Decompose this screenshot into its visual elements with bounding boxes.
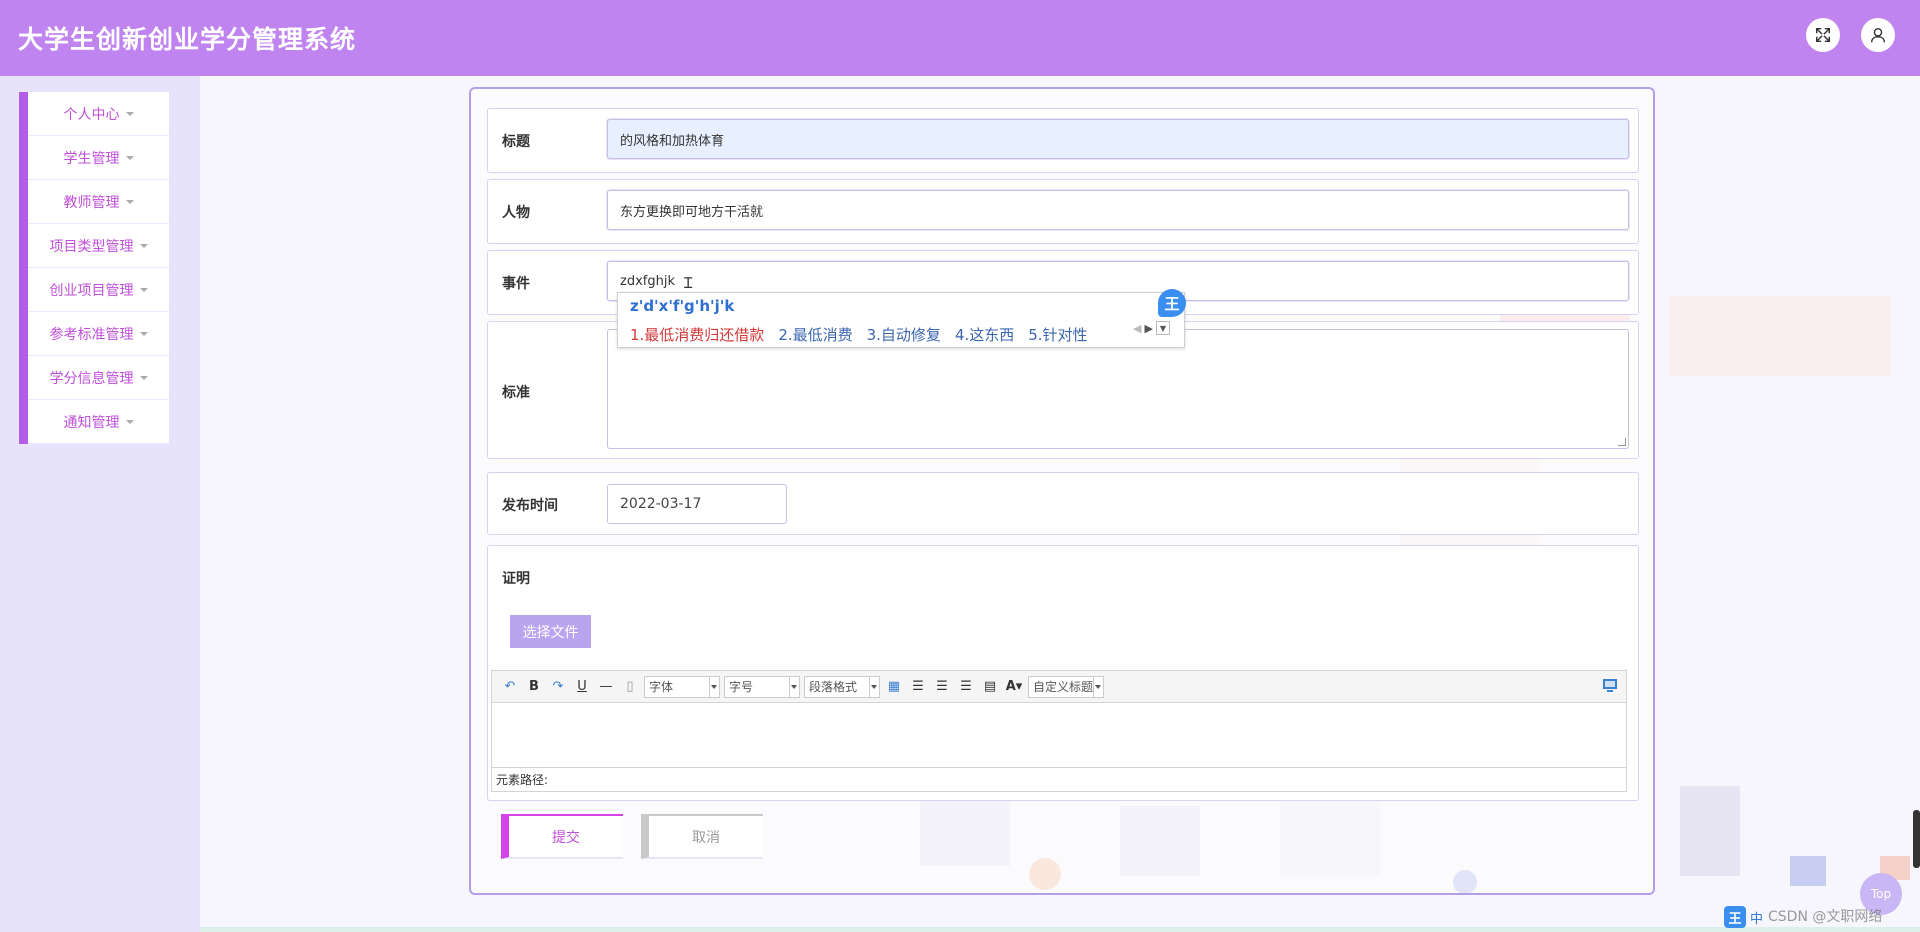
standard-label: 标准 [502, 385, 530, 401]
fullscreen-editor-icon[interactable] [1602, 677, 1618, 693]
sidebar-item-credit-info-management[interactable]: 学分信息管理 [28, 356, 169, 400]
custom-title-select[interactable]: 自定义标题 [1028, 675, 1104, 698]
editor-content-area[interactable] [492, 704, 1626, 766]
sidebar-item-notice-management[interactable]: 通知管理 [28, 400, 169, 444]
custom-title-select-label: 自定义标题 [1033, 680, 1094, 694]
sidebar-item-label: 学分信息管理 [49, 370, 134, 387]
sidebar-item-personal-center[interactable]: 个人中心 [28, 92, 169, 136]
undo-icon[interactable]: ↶ [500, 677, 520, 697]
person-input[interactable]: 东方更换即可地方干活就 [607, 190, 1629, 230]
editor-element-path: 元素路径: [492, 767, 1626, 791]
caret-down-icon [125, 111, 134, 116]
align-justify-icon[interactable]: ▤ [980, 677, 1000, 697]
ime-next-icon[interactable]: ▶ [1144, 322, 1152, 335]
bold-icon[interactable]: B [524, 677, 544, 697]
caret-down-icon [139, 331, 148, 336]
sidebar-item-label: 创业项目管理 [49, 282, 134, 299]
sidebar-item-project-type-management[interactable]: 项目类型管理 [28, 224, 169, 268]
form-row-title: 标题 的风格和加热体育 [487, 108, 1639, 173]
ime-logo-icon: 王 [1158, 289, 1186, 317]
font-size-select-label: 字号 [729, 680, 754, 694]
align-center-icon[interactable]: ☰ [956, 677, 976, 697]
redo-icon[interactable]: ↷ [548, 677, 568, 697]
rich-text-editor: ↶ B ↷ U — ▯ 字体 字号 段落格式 ▦ ☰ ☰ ☰ ▤ A▾ 自定义标… [491, 670, 1627, 792]
proof-label: 证明 [502, 571, 530, 587]
sidebar-item-label: 通知管理 [63, 414, 120, 431]
underline-icon[interactable]: U [572, 677, 592, 697]
bottom-strip [200, 927, 1920, 932]
caret-down-icon [139, 287, 148, 292]
app-title: 大学生创新创业学分管理系统 [18, 25, 357, 54]
ime-language-indicator[interactable]: 中 [1750, 908, 1763, 927]
user-icon [1870, 27, 1886, 43]
fullscreen-button[interactable] [1806, 18, 1840, 52]
cancel-button[interactable]: 取消 [641, 814, 763, 859]
caret-down-icon [139, 243, 148, 248]
ime-expand-icon[interactable]: ▼ [1155, 321, 1170, 335]
ime-composition: z'd'x'f'g'h'j'k [630, 297, 735, 315]
publish-time-input[interactable]: 2022-03-17 [607, 484, 787, 524]
font-size-select[interactable]: 字号 [724, 675, 800, 698]
sidebar-item-label: 参考标准管理 [49, 326, 134, 343]
font-family-select-label: 字体 [649, 680, 674, 694]
watermark: CSDN @文职网络 [1768, 909, 1883, 925]
ime-prev-icon[interactable]: ◀ [1133, 322, 1141, 335]
ime-page-nav: ◀ ▶ ▼ [1133, 321, 1170, 335]
user-button[interactable] [1861, 18, 1895, 52]
paragraph-format-select[interactable]: 段落格式 [804, 675, 880, 698]
system-tray: 王 中 [1724, 905, 1763, 929]
top-header: 大学生创新创业学分管理系统 [0, 0, 1920, 76]
sidebar-menu: 个人中心 学生管理 教师管理 项目类型管理 创业项目管理 参考标准管理 学分信息… [19, 92, 169, 444]
publish-time-label: 发布时间 [502, 498, 558, 514]
choose-file-button[interactable]: 选择文件 [510, 615, 591, 648]
ime-tray-logo-icon[interactable]: 王 [1724, 906, 1746, 928]
ime-candidate[interactable]: 5.针对性 [1028, 324, 1087, 345]
title-input[interactable]: 的风格和加热体育 [607, 119, 1629, 159]
table-icon[interactable]: ▦ [884, 677, 904, 697]
scrollbar-thumb[interactable] [1913, 810, 1920, 868]
align-left-icon[interactable]: ☰ [908, 677, 928, 697]
page-icon[interactable]: ▯ [620, 677, 640, 697]
ime-candidate-window: z'd'x'f'g'h'j'k 1.最低消费归还借款 2.最低消费 3.自动修复… [617, 292, 1185, 348]
align-right-icon[interactable]: ☰ [932, 677, 952, 697]
submit-button[interactable]: 提交 [501, 814, 623, 859]
title-label: 标题 [502, 134, 530, 150]
editor-toolbar: ↶ B ↷ U — ▯ 字体 字号 段落格式 ▦ ☰ ☰ ☰ ▤ A▾ 自定义标… [492, 671, 1626, 703]
paragraph-format-select-label: 段落格式 [809, 680, 858, 694]
fullscreen-icon [1815, 27, 1831, 43]
ime-candidate[interactable]: 3.自动修复 [867, 324, 941, 345]
caret-down-icon [125, 199, 134, 204]
sidebar-item-label: 个人中心 [63, 106, 120, 123]
sidebar-item-student-management[interactable]: 学生管理 [28, 136, 169, 180]
horizontal-rule-icon[interactable]: — [596, 677, 616, 697]
ime-candidate[interactable]: 2.最低消费 [778, 324, 852, 345]
event-label: 事件 [502, 276, 530, 292]
font-family-select[interactable]: 字体 [644, 675, 720, 698]
form-row-person: 人物 东方更换即可地方干活就 [487, 179, 1639, 244]
sidebar-item-teacher-management[interactable]: 教师管理 [28, 180, 169, 224]
sidebar-item-startup-project-management[interactable]: 创业项目管理 [28, 268, 169, 312]
caret-down-icon [139, 375, 148, 380]
form-row-publish-time: 发布时间 2022-03-17 [487, 472, 1639, 535]
resize-grip-icon[interactable] [1618, 438, 1626, 446]
person-label: 人物 [502, 205, 530, 221]
sidebar-item-label: 项目类型管理 [49, 238, 134, 255]
font-color-icon[interactable]: A▾ [1004, 677, 1024, 697]
text-cursor-icon: Ɪ [684, 274, 693, 292]
sidebar-item-label: 教师管理 [63, 194, 120, 211]
caret-down-icon [125, 419, 134, 424]
caret-down-icon [125, 155, 134, 160]
ime-candidate-list: 1.最低消费归还借款 2.最低消费 3.自动修复 4.这东西 5.针对性 [630, 324, 1088, 345]
ime-candidate[interactable]: 4.这东西 [955, 324, 1014, 345]
sidebar-item-label: 学生管理 [63, 150, 120, 167]
ime-candidate[interactable]: 1.最低消费归还借款 [630, 324, 764, 345]
sidebar-item-reference-standard-management[interactable]: 参考标准管理 [28, 312, 169, 356]
